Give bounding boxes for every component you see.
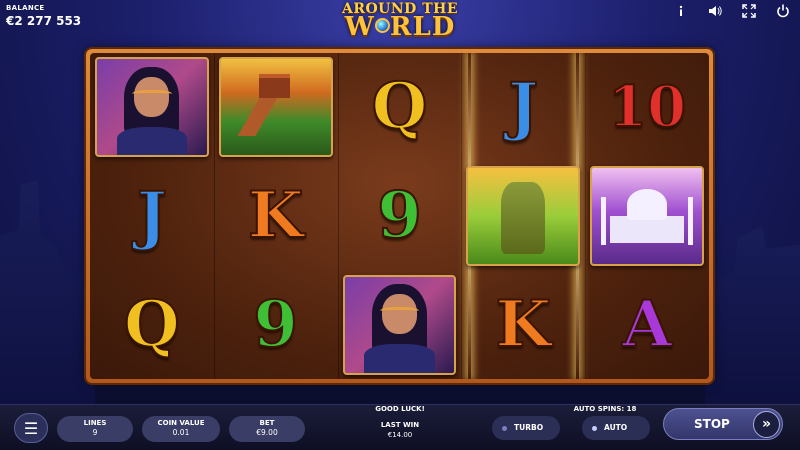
bet-label: BET xyxy=(259,419,275,427)
symbol-10: 10 xyxy=(607,74,687,141)
reel-cell xyxy=(214,53,338,162)
logo-letter-w: W xyxy=(344,12,375,42)
symbol-k: K xyxy=(247,177,305,253)
logo-line-2: W RLD xyxy=(342,14,458,40)
symbol-a: A xyxy=(621,286,673,362)
info-icon[interactable] xyxy=(674,4,688,18)
coin-value-selector[interactable]: COIN VALUE 0.01 xyxy=(142,416,220,442)
reel-cell: 10 xyxy=(585,53,709,162)
auto-label: AUTO xyxy=(604,423,628,432)
symbol-q: Q xyxy=(371,69,429,145)
fullscreen-icon[interactable] xyxy=(742,4,756,18)
symbol-taj-mahal xyxy=(590,166,705,266)
symbol-k: K xyxy=(494,286,552,362)
turbo-label: TURBO xyxy=(514,423,544,432)
reel-cell xyxy=(338,270,462,379)
reel-cell: Q xyxy=(90,270,214,379)
logo-letters-rld: RLD xyxy=(389,12,456,42)
reel-frame: Q J 10 J K 9 Q 9 K A xyxy=(86,49,713,383)
lines-label: LINES xyxy=(83,419,107,427)
menu-button[interactable]: ☰ xyxy=(14,413,48,443)
balance-label: BALANCE xyxy=(6,4,45,12)
symbol-9: 9 xyxy=(252,286,299,362)
power-icon[interactable] xyxy=(776,4,790,18)
symbol-great-wall xyxy=(218,57,333,158)
symbol-moai xyxy=(466,166,581,266)
reel-cell: J xyxy=(461,53,585,162)
last-win-label: LAST WIN xyxy=(380,421,420,429)
hamburger-icon: ☰ xyxy=(23,418,39,438)
balance-display: BALANCE €2 277 553 xyxy=(6,4,81,28)
reel-cell: 9 xyxy=(338,162,462,271)
coin-value-label: COIN VALUE xyxy=(157,419,205,427)
reel-cell xyxy=(90,53,214,162)
symbol-9: 9 xyxy=(376,177,423,253)
bet-value: €9.00 xyxy=(256,428,278,437)
fast-forward-icon[interactable]: » xyxy=(753,411,780,438)
bet-selector[interactable]: BET €9.00 xyxy=(229,416,305,442)
globe-icon xyxy=(374,18,390,33)
lines-value: 9 xyxy=(92,428,98,437)
reel-cell: A xyxy=(585,270,709,379)
symbol-j: J xyxy=(507,69,539,145)
lines-selector[interactable]: LINES 9 xyxy=(57,416,133,442)
reel-cell: K xyxy=(214,162,338,271)
reel-cell: J xyxy=(90,162,214,271)
symbol-j: J xyxy=(136,177,168,253)
reel-cell: K xyxy=(461,270,585,379)
reel-cell xyxy=(461,162,585,271)
last-win-value: €14.00 xyxy=(387,431,413,439)
symbol-woman xyxy=(94,57,209,158)
top-toolbar xyxy=(674,4,790,18)
turbo-toggle[interactable]: TURBO xyxy=(492,416,560,440)
game-logo: Around the W RLD xyxy=(342,2,458,40)
sound-icon[interactable] xyxy=(708,4,722,18)
auto-toggle[interactable]: AUTO xyxy=(582,416,650,440)
reel-cell: 9 xyxy=(214,270,338,379)
status-message: GOOD LUCK! xyxy=(375,405,425,413)
reel-cell xyxy=(585,162,709,271)
symbol-q: Q xyxy=(123,286,181,362)
turbo-indicator xyxy=(502,426,507,431)
coin-value-value: 0.01 xyxy=(172,428,190,437)
auto-spins-counter: AUTO SPINS: 18 xyxy=(573,405,637,413)
stop-label: STOP xyxy=(694,417,730,431)
balance-value: €2 277 553 xyxy=(6,14,82,28)
symbol-woman xyxy=(342,274,457,375)
auto-indicator xyxy=(592,426,597,431)
stop-button[interactable]: STOP » xyxy=(663,408,783,440)
reel-cell: Q xyxy=(338,53,462,162)
reel-grid: Q J 10 J K 9 Q 9 K A xyxy=(90,53,709,379)
